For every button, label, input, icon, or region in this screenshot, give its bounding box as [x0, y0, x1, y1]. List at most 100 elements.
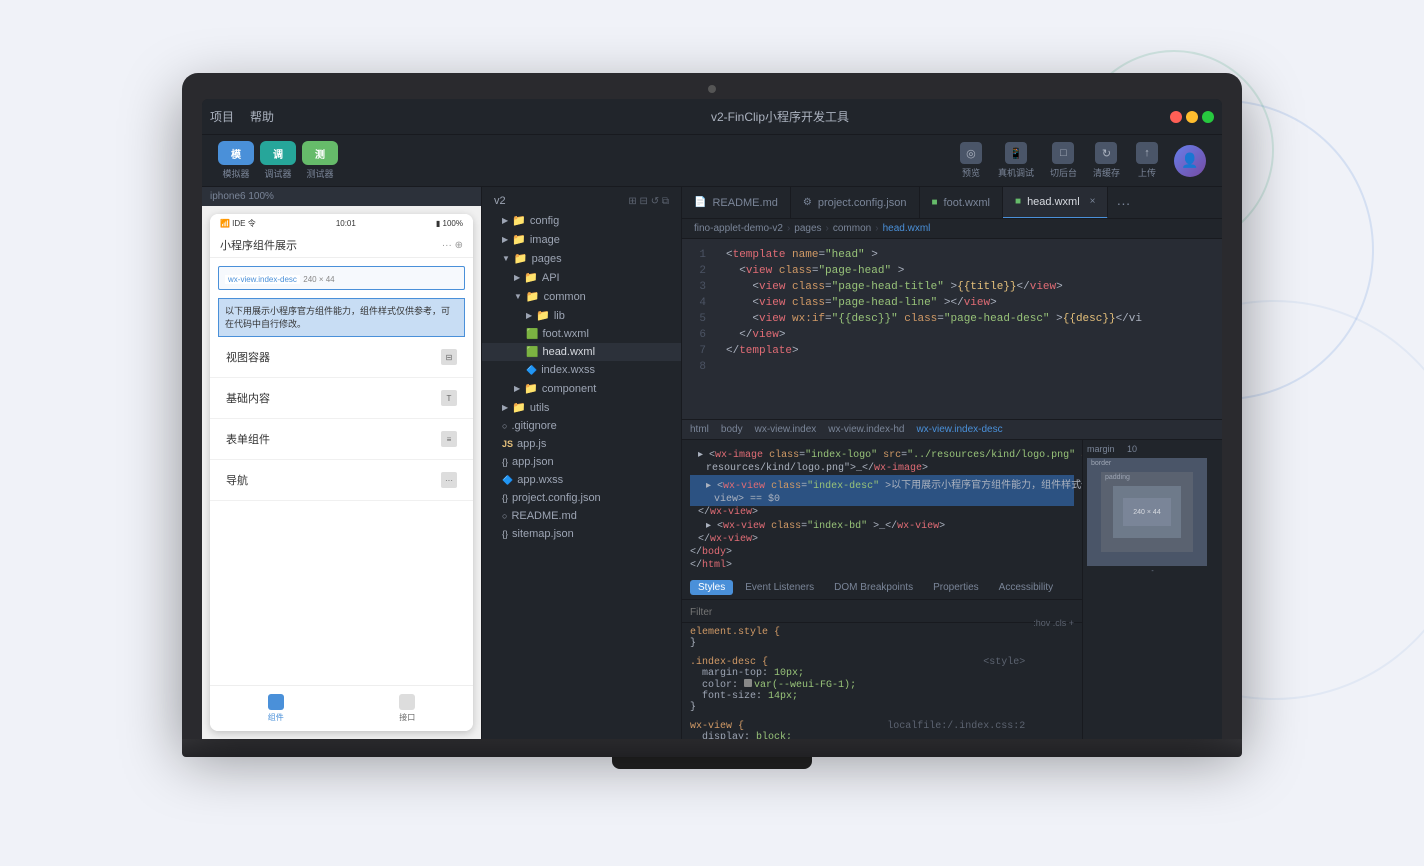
tree-item-api[interactable]: ▶ 📁 API	[482, 268, 681, 287]
list-item-form[interactable]: 表单组件 ≡	[210, 419, 473, 460]
tab-more-btn[interactable]: ···	[1108, 195, 1138, 211]
tree-item-image[interactable]: ▶ 📁 image	[482, 230, 681, 249]
breadcrumb-item-3: head.wxml	[883, 223, 931, 234]
tree-label-index-wxss: index.wxss	[541, 364, 595, 376]
debug-btn[interactable]: 调 调试器	[260, 141, 296, 180]
tree-item-lib[interactable]: ▶ 📁 lib	[482, 306, 681, 325]
tab-projconf-icon: ⚙	[803, 197, 812, 208]
chevron-component: ▶	[514, 384, 520, 393]
tab-foot-wxml[interactable]: ■ foot.wxml	[920, 187, 1004, 219]
tree-item-head-wxml[interactable]: 🟩 head.wxml	[482, 343, 681, 361]
chevron-pages: ▼	[502, 254, 510, 263]
tree-label-sitemap: sitemap.json	[512, 528, 574, 540]
cut-log-label: 切后台	[1050, 166, 1077, 179]
elem-crumb-body[interactable]: body	[721, 424, 743, 435]
html-tree-line-5[interactable]: ▸ <wx-view class="index-bd" >_</wx-view>	[690, 519, 1074, 533]
upload-label: 上传	[1138, 166, 1156, 179]
window-max-btn[interactable]	[1202, 111, 1214, 123]
phone-nav-interface[interactable]: 接口	[342, 690, 474, 727]
chevron-lib: ▶	[526, 311, 532, 320]
style-val-color: var(--weui-FG-1);	[754, 680, 856, 691]
style-tab-styles[interactable]: Styles	[690, 580, 733, 595]
style-tab-access[interactable]: Accessibility	[991, 580, 1061, 595]
html-tree-line-8: </html>	[690, 559, 1074, 572]
style-section-element: element.style { }	[682, 623, 1033, 653]
user-avatar[interactable]: 👤	[1174, 145, 1206, 177]
cut-log-action[interactable]: □ 切后台	[1050, 142, 1077, 179]
window-min-btn[interactable]	[1186, 111, 1198, 123]
style-tab-event[interactable]: Event Listeners	[737, 580, 822, 595]
window-close-btn[interactable]	[1170, 111, 1182, 123]
elem-crumb-html[interactable]: html	[690, 424, 709, 435]
style-tab-dom[interactable]: DOM Breakpoints	[826, 580, 921, 595]
box-model-label: margin 10	[1087, 444, 1218, 454]
simulate-icon: 模	[218, 141, 254, 165]
tree-item-utils[interactable]: ▶ 📁 utils	[482, 398, 681, 417]
tab-head-wxml[interactable]: ■ head.wxml ×	[1003, 187, 1108, 219]
tab-projconf-label: project.config.json	[818, 197, 907, 209]
tree-item-common[interactable]: ▼ 📁 common	[482, 287, 681, 306]
tree-item-pages[interactable]: ▼ 📁 pages	[482, 249, 681, 268]
highlight-label: wx-view.index-desc	[225, 275, 300, 284]
list-item-nav[interactable]: 导航 ···	[210, 460, 473, 501]
tree-item-gitignore[interactable]: ○ .gitignore	[482, 417, 681, 435]
file-gitignore-icon: ○	[502, 421, 507, 431]
style-prop-color: color	[702, 680, 732, 691]
tree-item-component[interactable]: ▶ 📁 component	[482, 379, 681, 398]
html-tree-line-7: </body>	[690, 546, 1074, 559]
preview-action[interactable]: ◎ 预览	[960, 142, 982, 179]
clear-cache-action[interactable]: ↻ 清缓存	[1093, 142, 1120, 179]
menu-project[interactable]: 项目	[210, 108, 234, 125]
style-section-index-desc: .index-desc { <style> margin-top: 10px; …	[682, 653, 1033, 717]
style-close-element: }	[690, 638, 696, 649]
tab-head-close[interactable]: ×	[1090, 196, 1096, 207]
tree-item-sitemap[interactable]: {} sitemap.json	[482, 525, 681, 543]
tree-item-app-js[interactable]: JS app.js	[482, 435, 681, 453]
style-tab-props[interactable]: Properties	[925, 580, 987, 595]
style-section-wx-view: wx-view { localfile:/.index.css:2 displa…	[682, 717, 1033, 739]
list-icon-3: ···	[441, 472, 457, 488]
style-val-margin: 10px;	[774, 668, 804, 679]
tree-item-index-wxss[interactable]: 🔷 index.wxss	[482, 361, 681, 379]
test-btn[interactable]: 测 测试器	[302, 141, 338, 180]
element-breadcrumb: html body wx-view.index wx-view.index-hd…	[682, 420, 1222, 440]
folder-common-icon: 📁	[526, 290, 540, 303]
tab-readme-label: README.md	[712, 197, 777, 209]
tree-label-head-wxml: head.wxml	[542, 346, 595, 358]
tree-item-foot-wxml[interactable]: 🟩 foot.wxml	[482, 325, 681, 343]
tree-item-readme[interactable]: ○ README.md	[482, 507, 681, 525]
tab-readme[interactable]: 📄 README.md	[682, 187, 791, 219]
phone-title: 小程序组件展示	[220, 237, 297, 253]
tree-item-config[interactable]: ▶ 📁 config	[482, 211, 681, 230]
html-tree-line-0[interactable]: ▸ <wx-image class="index-logo" src="../r…	[690, 448, 1074, 462]
cut-log-icon: □	[1052, 142, 1074, 164]
elem-crumb-desc[interactable]: wx-view.index-desc	[916, 424, 1002, 435]
tree-item-project-config[interactable]: {} project.config.json	[482, 489, 681, 507]
list-item-basic-content[interactable]: 基础内容 T	[210, 378, 473, 419]
elem-crumb-hd[interactable]: wx-view.index-hd	[828, 424, 904, 435]
code-main[interactable]: 1 2 3 4 5 6 7 8	[682, 239, 1222, 419]
simulate-btn[interactable]: 模 模拟器	[218, 141, 254, 180]
html-tree-line-2[interactable]: ▸ <wx-view class="index-desc" >以下用展示小程序官…	[690, 475, 1074, 493]
tree-item-app-json[interactable]: {} app.json	[482, 453, 681, 471]
real-device-action[interactable]: 📱 真机调试	[998, 142, 1034, 179]
chevron-common: ▼	[514, 292, 522, 301]
tree-item-app-wxss[interactable]: 🔷 app.wxss	[482, 471, 681, 489]
style-close-desc: }	[690, 702, 696, 713]
tree-label-component: component	[542, 383, 596, 395]
phone-selected-area: 以下用展示小程序官方组件能力，组件样式仅供参考，可在代码中自行修改。	[218, 298, 465, 337]
style-val-display: block;	[756, 732, 792, 739]
filter-input[interactable]	[690, 607, 1074, 618]
phone-time: 10:01	[336, 219, 356, 228]
menu-help[interactable]: 帮助	[250, 108, 274, 125]
phone-nav-component[interactable]: 组件	[210, 690, 342, 727]
upload-action[interactable]: ↑ 上传	[1136, 142, 1158, 179]
list-item-view-container[interactable]: 视图容器 ⊟	[210, 337, 473, 378]
phone-frame: 📶 IDE 令 10:01 ▮ 100% 小程序组件展示 ··· ⊕	[210, 214, 473, 731]
elem-crumb-wxview[interactable]: wx-view.index	[755, 424, 817, 435]
box-content-size: 240 × 44	[1133, 509, 1160, 516]
tree-root-label: v2	[494, 195, 506, 207]
filter-bar: :hov .cls +	[682, 600, 1082, 623]
style-prop-fontsize: font-size	[702, 691, 756, 702]
tab-project-config[interactable]: ⚙ project.config.json	[791, 187, 920, 219]
